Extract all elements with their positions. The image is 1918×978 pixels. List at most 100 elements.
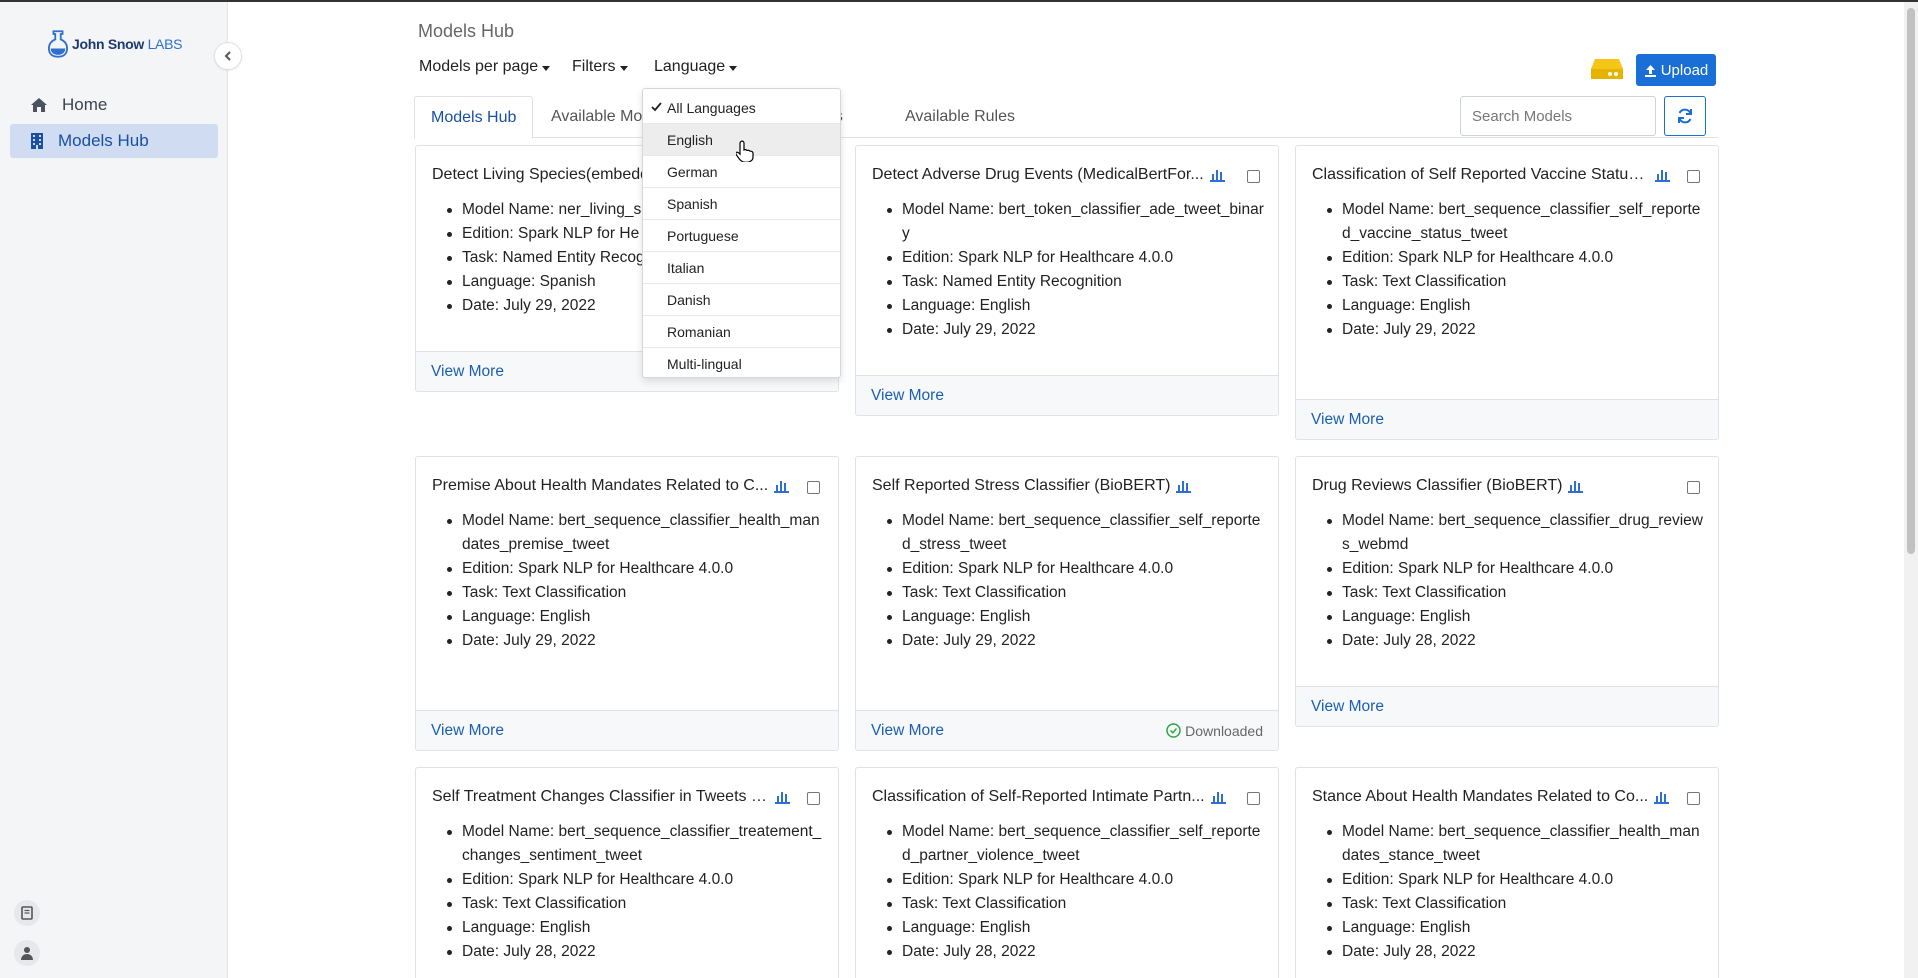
card-language: Language: English	[1324, 916, 1708, 940]
model-card: Detect Adverse Drug Events (MedicalBertF…	[855, 145, 1279, 416]
card-select-checkbox[interactable]	[807, 792, 820, 805]
card-title[interactable]: Self Treatment Changes Classifier in Twe…	[432, 788, 769, 806]
page-title: Models Hub	[418, 21, 515, 41]
card-task: Task: Text Classification	[1324, 892, 1708, 916]
card-title[interactable]: Detect Living Species(embedd	[432, 166, 649, 184]
language-option-all[interactable]: All Languages	[643, 92, 840, 124]
search-input[interactable]	[1460, 96, 1656, 136]
models-per-page-dropdown[interactable]: Models per page	[419, 58, 551, 76]
filters-dropdown[interactable]: Filters	[572, 58, 628, 76]
card-footer: View More	[416, 710, 838, 750]
upload-button[interactable]: Upload	[1636, 54, 1716, 86]
bar-chart-icon[interactable]	[775, 791, 790, 804]
card-header: Detect Adverse Drug Events (MedicalBertF…	[872, 164, 1230, 186]
bar-chart-icon[interactable]	[1568, 480, 1584, 493]
bar-chart-icon[interactable]	[1655, 169, 1670, 182]
bar-chart-icon[interactable]	[1176, 480, 1192, 493]
card-date: Date: July 29, 2022	[444, 629, 828, 653]
tab-available-rules[interactable]: Available Rules	[889, 96, 1031, 138]
bar-chart-icon[interactable]	[1210, 791, 1226, 804]
language-option-portuguese[interactable]: Portuguese	[643, 220, 840, 252]
card-task: Task: Text Classification	[444, 581, 828, 605]
card-edition: Edition: Spark NLP for Healthcare 4.0.0	[884, 557, 1268, 581]
view-more-link[interactable]: View More	[431, 363, 504, 381]
flask-logo-icon	[48, 30, 68, 58]
tab-available-models[interactable]: Available Mo	[535, 96, 658, 138]
card-date: Date: July 28, 2022	[1324, 940, 1708, 964]
language-option-label: Romanian	[667, 323, 731, 340]
home-icon	[31, 98, 47, 112]
language-option-danish[interactable]: Danish	[643, 284, 840, 316]
language-option-spanish[interactable]: Spanish	[643, 188, 840, 220]
card-title[interactable]: Classification of Self-Reported Intimate…	[872, 788, 1205, 806]
view-more-link[interactable]: View More	[1311, 411, 1384, 429]
brand-logo[interactable]: John Snow LABS	[48, 26, 182, 62]
view-more-link[interactable]: View More	[871, 387, 944, 405]
bar-chart-icon[interactable]	[774, 480, 790, 493]
caret-down-icon	[542, 65, 551, 71]
tab-label: Available Rules	[905, 108, 1015, 125]
language-dropdown[interactable]: Language	[654, 58, 738, 76]
view-more-link[interactable]: View More	[431, 722, 504, 740]
language-label: Language	[654, 58, 726, 75]
card-task: Task: Text Classification	[1324, 270, 1708, 294]
card-model-name: Model Name: bert_sequence_classifier_hea…	[444, 509, 828, 557]
bar-chart-icon[interactable]	[1209, 169, 1225, 182]
card-language: Language: English	[444, 605, 828, 629]
card-model-name: Model Name: bert_sequence_classifier_hea…	[1324, 820, 1708, 868]
model-card: Classification of Self Reported Vaccine …	[1295, 145, 1719, 440]
card-model-name: Model Name: bert_sequence_classifier_sel…	[1324, 198, 1708, 246]
server-icon[interactable]	[1590, 56, 1624, 82]
tab-label: Available Mo	[551, 108, 643, 125]
language-option-label: Multi-lingual	[667, 356, 742, 372]
card-date: Date: July 28, 2022	[444, 940, 828, 964]
language-option-romanian[interactable]: Romanian	[643, 316, 840, 348]
docs-button[interactable]	[14, 900, 40, 926]
card-title[interactable]: Self Reported Stress Classifier (BioBERT…	[872, 477, 1170, 495]
view-more-link[interactable]: View More	[871, 722, 944, 740]
card-title[interactable]: Classification of Self Reported Vaccine …	[1312, 166, 1649, 184]
card-select-checkbox[interactable]	[1247, 170, 1260, 183]
sidebar-item-models-hub[interactable]: Models Hub	[10, 124, 218, 158]
sidebar-item-label: Home	[62, 95, 108, 114]
card-title[interactable]: Detect Adverse Drug Events (MedicalBertF…	[872, 166, 1204, 184]
card-language: Language: English	[884, 916, 1268, 940]
model-card: Stance About Health Mandates Related to …	[1295, 767, 1719, 978]
chevron-left-icon	[224, 51, 231, 61]
language-option-italian[interactable]: Italian	[643, 252, 840, 284]
bar-chart-icon[interactable]	[1654, 791, 1670, 804]
refresh-button[interactable]	[1664, 96, 1706, 136]
model-card: Drug Reviews Classifier (BioBERT) Model …	[1295, 456, 1719, 727]
card-edition: Edition: Spark NLP for Healthcare 4.0.0	[1324, 868, 1708, 892]
card-model-name: Model Name: bert_sequence_classifier_sel…	[884, 820, 1268, 868]
card-model-name: Model Name: bert_sequence_classifier_sel…	[884, 509, 1268, 557]
scrollbar-thumb[interactable]	[1907, 8, 1915, 554]
card-select-checkbox[interactable]	[1687, 481, 1700, 494]
card-edition: Edition: Spark NLP for Healthcare 4.0.0	[444, 868, 828, 892]
card-select-checkbox[interactable]	[1247, 792, 1260, 805]
user-profile-button[interactable]	[14, 940, 40, 966]
view-more-link[interactable]: View More	[1311, 698, 1384, 716]
card-header: Self Treatment Changes Classifier in Twe…	[432, 786, 790, 808]
card-date: Date: July 29, 2022	[1324, 318, 1708, 342]
card-footer: View More	[1296, 399, 1718, 439]
card-model-name: Model Name: bert_token_classifier_ade_tw…	[884, 198, 1268, 246]
card-task: Task: Named Entity Recognition	[884, 270, 1268, 294]
card-select-checkbox[interactable]	[807, 481, 820, 494]
card-title[interactable]: Stance About Health Mandates Related to …	[1312, 788, 1648, 806]
sidebar-collapse-button[interactable]	[214, 42, 242, 70]
card-language: Language: English	[884, 605, 1268, 629]
card-date: Date: July 29, 2022	[884, 629, 1268, 653]
language-option-multilingual[interactable]: Multi-lingual	[643, 348, 840, 380]
card-select-checkbox[interactable]	[1687, 170, 1700, 183]
card-title[interactable]: Drug Reviews Classifier (BioBERT)	[1312, 477, 1562, 495]
book-icon	[21, 906, 33, 920]
tab-models-hub[interactable]: Models Hub	[414, 96, 534, 139]
card-select-checkbox[interactable]	[1687, 792, 1700, 805]
caret-down-icon	[729, 65, 738, 71]
language-option-label: English	[667, 131, 713, 148]
card-language: Language: English	[1324, 605, 1708, 629]
card-date: Date: July 29, 2022	[884, 318, 1268, 342]
sidebar-item-home[interactable]: Home	[10, 88, 218, 122]
card-title[interactable]: Premise About Health Mandates Related to…	[432, 477, 768, 495]
